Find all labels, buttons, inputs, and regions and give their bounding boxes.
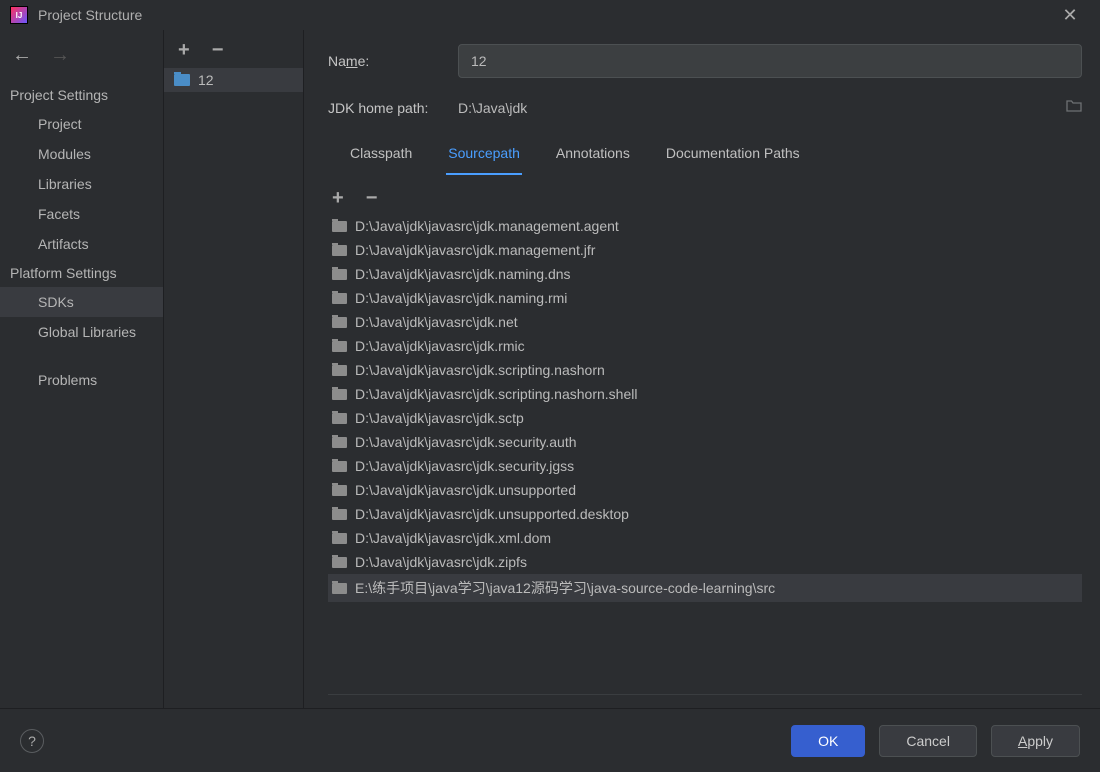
apply-button[interactable]: Apply xyxy=(991,725,1080,757)
sourcepath-item[interactable]: E:\练手项目\java学习\java12源码学习\java-source-co… xyxy=(328,574,1082,602)
sourcepath-item-label: D:\Java\jdk\javasrc\jdk.management.jfr xyxy=(355,242,595,258)
folder-icon xyxy=(332,317,347,328)
tab-sourcepath[interactable]: Sourcepath xyxy=(446,137,522,175)
sourcepath-item-label: E:\练手项目\java学习\java12源码学习\java-source-co… xyxy=(355,578,775,598)
sourcepath-item[interactable]: D:\Java\jdk\javasrc\jdk.rmic xyxy=(328,334,1082,358)
folder-icon xyxy=(332,461,347,472)
sdk-list-item[interactable]: 12 xyxy=(164,68,303,92)
tab-documentation-paths[interactable]: Documentation Paths xyxy=(664,137,802,175)
nav-item-global-libraries[interactable]: Global Libraries xyxy=(0,317,163,347)
sourcepath-item-label: D:\Java\jdk\javasrc\jdk.net xyxy=(355,314,518,330)
folder-icon xyxy=(332,365,347,376)
help-button[interactable]: ? xyxy=(20,729,44,753)
sourcepath-item[interactable]: D:\Java\jdk\javasrc\jdk.net xyxy=(328,310,1082,334)
sourcepath-item-label: D:\Java\jdk\javasrc\jdk.security.jgss xyxy=(355,458,574,474)
sourcepath-item[interactable]: D:\Java\jdk\javasrc\jdk.management.jfr xyxy=(328,238,1082,262)
browse-folder-icon[interactable] xyxy=(1066,98,1082,117)
nav-back-icon[interactable]: ← xyxy=(12,44,32,67)
sourcepath-item[interactable]: D:\Java\jdk\javasrc\jdk.management.agent xyxy=(328,214,1082,238)
ok-button[interactable]: OK xyxy=(791,725,865,757)
titlebar: IJ Project Structure ✕ xyxy=(0,0,1100,30)
sourcepath-item[interactable]: D:\Java\jdk\javasrc\jdk.xml.dom xyxy=(328,526,1082,550)
folder-icon xyxy=(332,293,347,304)
tab-annotations[interactable]: Annotations xyxy=(554,137,632,175)
nav-item-libraries[interactable]: Libraries xyxy=(0,169,163,199)
sdk-detail-panel: Name: JDK home path: D:\Java\jdk Classpa… xyxy=(303,30,1100,708)
remove-sourcepath-button[interactable]: − xyxy=(366,188,378,208)
sourcepath-item-label: D:\Java\jdk\javasrc\jdk.unsupported.desk… xyxy=(355,506,629,522)
sdk-folder-icon xyxy=(174,74,190,86)
sourcepath-item-label: D:\Java\jdk\javasrc\jdk.unsupported xyxy=(355,482,576,498)
jdk-home-path-label: JDK home path: xyxy=(328,100,458,116)
app-icon: IJ xyxy=(10,6,28,24)
sourcepath-item-label: D:\Java\jdk\javasrc\jdk.management.agent xyxy=(355,218,619,234)
nav-item-modules[interactable]: Modules xyxy=(0,139,163,169)
folder-icon xyxy=(332,341,347,352)
sdk-list-panel: + − 12 xyxy=(163,30,303,708)
sourcepath-item[interactable]: D:\Java\jdk\javasrc\jdk.scripting.nashor… xyxy=(328,382,1082,406)
folder-icon xyxy=(332,221,347,232)
nav-section-project-settings: Project Settings xyxy=(0,81,163,109)
sourcepath-item-label: D:\Java\jdk\javasrc\jdk.scripting.nashor… xyxy=(355,386,637,402)
sourcepath-item[interactable]: D:\Java\jdk\javasrc\jdk.zipfs xyxy=(328,550,1082,574)
folder-icon xyxy=(332,269,347,280)
sourcepath-item-label: D:\Java\jdk\javasrc\jdk.naming.dns xyxy=(355,266,571,282)
sourcepath-item-label: D:\Java\jdk\javasrc\jdk.sctp xyxy=(355,410,524,426)
nav-item-sdks[interactable]: SDKs xyxy=(0,287,163,317)
cancel-button[interactable]: Cancel xyxy=(879,725,977,757)
sidebar-nav: ← → Project Settings ProjectModulesLibra… xyxy=(0,30,163,708)
jdk-home-path-value: D:\Java\jdk xyxy=(458,100,1066,116)
sourcepath-item[interactable]: D:\Java\jdk\javasrc\jdk.unsupported.desk… xyxy=(328,502,1082,526)
sourcepath-list[interactable]: D:\Java\jdk\javasrc\jdk.management.agent… xyxy=(328,214,1082,690)
sourcepath-item-label: D:\Java\jdk\javasrc\jdk.scripting.nashor… xyxy=(355,362,605,378)
sourcepath-item-label: D:\Java\jdk\javasrc\jdk.naming.rmi xyxy=(355,290,567,306)
sourcepath-item[interactable]: D:\Java\jdk\javasrc\jdk.naming.rmi xyxy=(328,286,1082,310)
sourcepath-item[interactable]: D:\Java\jdk\javasrc\jdk.security.auth xyxy=(328,430,1082,454)
window-title: Project Structure xyxy=(38,7,142,23)
dialog-footer: ? OK Cancel Apply xyxy=(0,708,1100,772)
sdk-item-label: 12 xyxy=(198,72,214,88)
add-sourcepath-button[interactable]: + xyxy=(332,188,344,208)
name-input[interactable] xyxy=(458,44,1082,78)
sourcepath-item[interactable]: D:\Java\jdk\javasrc\jdk.scripting.nashor… xyxy=(328,358,1082,382)
sourcepath-item[interactable]: D:\Java\jdk\javasrc\jdk.security.jgss xyxy=(328,454,1082,478)
folder-icon xyxy=(332,245,347,256)
folder-icon xyxy=(332,389,347,400)
folder-icon xyxy=(332,485,347,496)
sourcepath-item-label: D:\Java\jdk\javasrc\jdk.rmic xyxy=(355,338,525,354)
nav-item-artifacts[interactable]: Artifacts xyxy=(0,229,163,259)
sourcepath-item-label: D:\Java\jdk\javasrc\jdk.zipfs xyxy=(355,554,527,570)
sourcepath-item[interactable]: D:\Java\jdk\javasrc\jdk.naming.dns xyxy=(328,262,1082,286)
name-label: Name: xyxy=(328,53,458,69)
nav-item-facets[interactable]: Facets xyxy=(0,199,163,229)
folder-icon xyxy=(332,437,347,448)
sourcepath-item-label: D:\Java\jdk\javasrc\jdk.xml.dom xyxy=(355,530,551,546)
nav-forward-icon[interactable]: → xyxy=(50,44,70,67)
tab-classpath[interactable]: Classpath xyxy=(348,137,414,175)
sourcepath-item[interactable]: D:\Java\jdk\javasrc\jdk.unsupported xyxy=(328,478,1082,502)
sourcepath-item-label: D:\Java\jdk\javasrc\jdk.security.auth xyxy=(355,434,577,450)
folder-icon xyxy=(332,557,347,568)
horizontal-scrollbar[interactable] xyxy=(328,694,1082,708)
remove-sdk-button[interactable]: − xyxy=(212,40,224,60)
folder-icon xyxy=(332,533,347,544)
nav-section-platform-settings: Platform Settings xyxy=(0,259,163,287)
add-sdk-button[interactable]: + xyxy=(178,40,190,60)
folder-icon xyxy=(332,413,347,424)
nav-item-project[interactable]: Project xyxy=(0,109,163,139)
close-icon[interactable]: ✕ xyxy=(1050,5,1090,26)
nav-item-problems[interactable]: Problems xyxy=(0,365,163,395)
folder-icon xyxy=(332,583,347,594)
folder-icon xyxy=(332,509,347,520)
sourcepath-item[interactable]: D:\Java\jdk\javasrc\jdk.sctp xyxy=(328,406,1082,430)
